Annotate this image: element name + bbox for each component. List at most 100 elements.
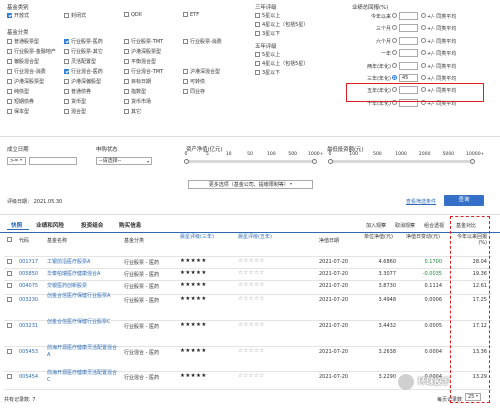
net-assets-slider-min-handle[interactable] [184,158,189,164]
rating3-opt1[interactable]: 5星以上 [255,12,280,19]
fund-code[interactable]: 004075 [19,283,38,289]
header-rating5[interactable]: 晨星评级(五年) [238,234,283,240]
category-option[interactable]: 混合型 [64,108,86,115]
row-checkbox[interactable] [7,259,14,265]
row-checkbox[interactable] [7,297,14,303]
category-option[interactable]: 行业混合-消费 [7,68,46,75]
category-option[interactable]: 纯债型 [7,88,29,95]
checkbox-icon[interactable] [124,69,129,74]
checkbox-icon[interactable] [183,89,188,94]
fund-code[interactable]: 005453 [19,349,38,355]
fund-type-fengbi[interactable]: 封闭式 [64,12,86,19]
checkbox-icon[interactable] [64,49,69,54]
category-option[interactable]: 同业存 [183,88,205,95]
radio-icon[interactable] [392,13,398,19]
fund-code[interactable]: 005850 [19,271,38,277]
category-option[interactable]: 货币型 [64,98,86,105]
fund-name-link[interactable]: 工银前沿医疗股票A [47,259,119,266]
fund-type-qdii[interactable]: QDII [124,12,142,18]
fund-name-link[interactable]: 创金合信医疗保健行业股票A [47,293,119,300]
checkbox-icon[interactable] [7,49,12,54]
rating5-opt2[interactable]: 4星以上（包括5星） [255,60,308,67]
checkbox-icon[interactable] [64,39,69,44]
radio-icon[interactable] [392,62,398,69]
row-checkbox[interactable] [7,349,14,355]
checkbox-icon[interactable] [124,79,129,84]
fund-code[interactable]: 003231 [19,323,38,329]
category-option[interactable]: 货币市场 [124,98,151,105]
fund-name-link[interactable]: 创金合信医疗保健行业股票C [47,319,119,326]
return-threshold-input[interactable] [399,49,418,58]
checkbox-icon[interactable] [7,13,12,18]
portfolio-xray-link[interactable]: 组合透视 [424,222,444,229]
checkbox-icon[interactable] [7,89,12,94]
checkbox-icon[interactable] [124,39,129,44]
category-option[interactable]: 沪港深股票型 [7,78,44,85]
checkbox-icon[interactable] [124,89,129,94]
category-option[interactable]: 普通股票型 [7,38,39,45]
row-checkbox[interactable] [7,283,14,289]
category-option[interactable]: 沪港深股票型 [124,48,161,55]
tab-performance-risk[interactable]: 业绩和风险 [36,221,64,229]
add-watch-link[interactable]: 加入观察 [366,222,386,229]
return-threshold-input[interactable] [399,36,418,45]
return-threshold-input[interactable]: 45 [399,74,418,82]
header-code[interactable]: 代码 [19,237,29,244]
return-threshold-input[interactable] [399,61,418,70]
category-option[interactable]: 短期债券 [7,98,34,105]
remove-watch-link[interactable]: 取消观察 [395,222,415,229]
checkbox-icon[interactable] [7,39,12,44]
checkbox-icon[interactable] [7,79,12,84]
min-invest-slider-max-handle[interactable] [470,158,475,164]
category-option[interactable]: 沪港深偏股型 [64,78,101,85]
category-option[interactable]: 灵活配置型 [64,58,96,65]
purchase-select[interactable]: --请选择-- [96,157,152,165]
header-nav[interactable]: 单位净值(元) [364,234,396,240]
checkbox-icon[interactable] [7,59,12,64]
tab-purchase-info[interactable]: 购买信息 [119,221,141,229]
return-threshold-input[interactable] [399,12,418,20]
fund-code[interactable]: 005454 [19,374,38,380]
checkbox-icon[interactable] [124,109,129,114]
category-option[interactable]: 行业股票-TMT [124,38,163,45]
category-option[interactable]: 目标日期 [124,78,151,85]
radio-icon[interactable] [392,37,398,44]
checkbox-icon[interactable] [183,12,188,17]
checkbox-icon[interactable] [64,13,69,18]
category-option[interactable]: 行业股票-消费 [183,38,222,45]
rating3-opt2[interactable]: 4星以上（包括5星） [255,21,308,28]
header-nav-date[interactable]: 净值日期 [319,237,339,244]
header-nav-change[interactable]: 净值日变动(元) [406,234,442,240]
checkbox-icon[interactable] [124,99,129,104]
checkbox-icon[interactable] [64,69,69,74]
checkbox-icon[interactable] [124,49,129,54]
checkbox-icon[interactable] [7,69,12,74]
net-assets-slider[interactable] [186,160,314,163]
checkbox-icon[interactable] [7,109,12,114]
rating3-opt3[interactable]: 3星以下 [255,30,280,37]
category-option[interactable]: 其它 [124,108,141,115]
fund-type-kaifang[interactable]: 开放式 [7,12,29,19]
tab-portfolio[interactable]: 投资组合 [81,221,103,229]
query-button[interactable]: 查询 [444,195,484,206]
radio-icon[interactable] [392,25,398,31]
category-option[interactable]: 行业股票-金融地产 [7,48,56,55]
checkbox-icon[interactable] [64,89,69,94]
checkbox-icon[interactable] [183,39,188,44]
fund-code[interactable]: 003230 [19,297,38,303]
min-invest-slider-min-handle[interactable] [328,158,333,164]
row-checkbox[interactable] [7,374,14,380]
tab-snapshot[interactable]: 快照 [11,221,22,229]
fund-name-link[interactable]: 交银医药创新股票 [47,283,119,290]
fund-type-etf[interactable]: ETF [183,12,199,18]
category-option[interactable]: 普通债券 [64,88,91,95]
category-option[interactable]: 偏股混合型 [7,58,39,65]
select-all-checkbox[interactable] [7,237,14,243]
established-date-input[interactable] [29,157,77,165]
min-invest-slider[interactable] [330,160,472,163]
row-checkbox[interactable] [7,271,14,277]
per-page-select[interactable]: 25 [465,393,481,401]
category-option[interactable]: 行业混合-TMT [124,68,163,75]
checkbox-icon[interactable] [124,59,129,64]
view-criteria-link[interactable]: 查看筛选条件 [406,198,436,205]
